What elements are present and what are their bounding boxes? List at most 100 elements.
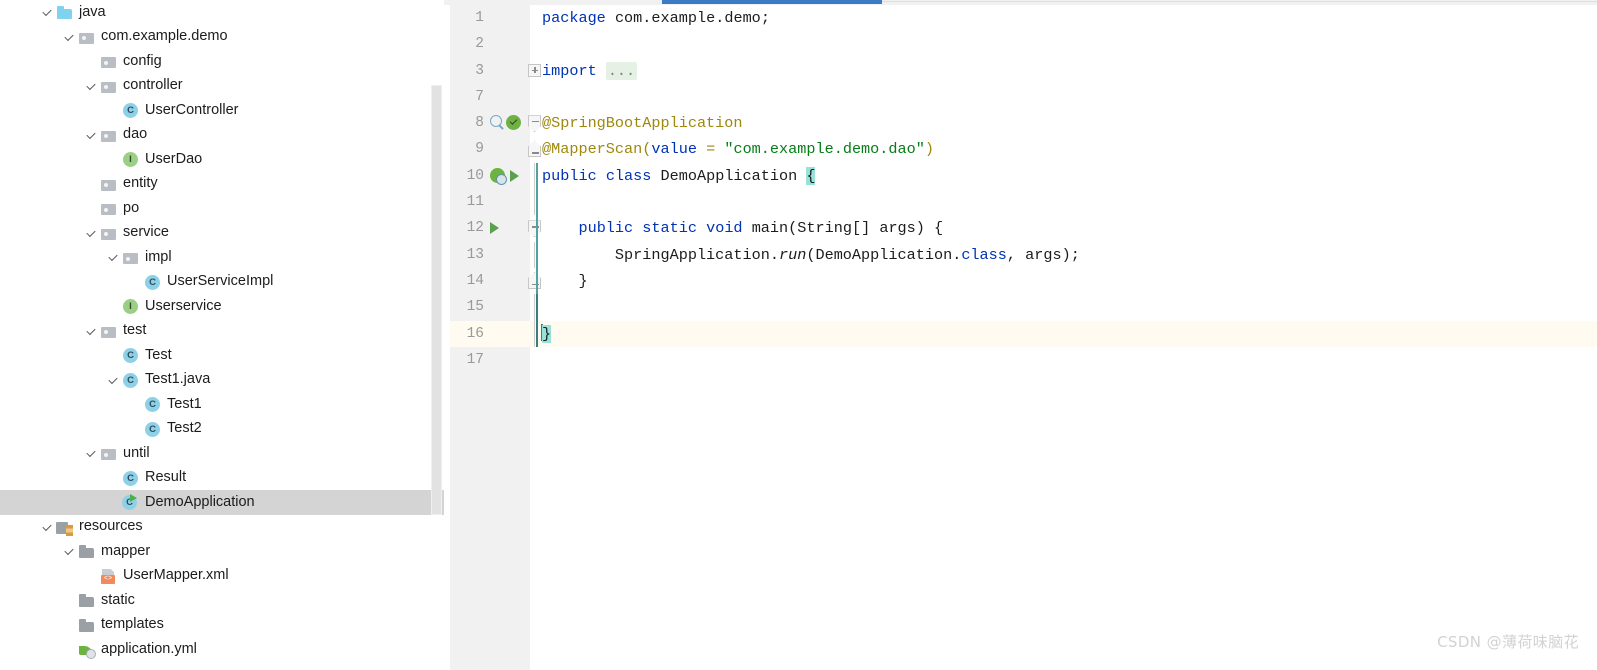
chevron-down-icon[interactable] [62, 539, 77, 563]
tree-item-until[interactable]: until [0, 441, 444, 466]
search-icon[interactable] [490, 115, 502, 128]
gutter-markers[interactable] [488, 5, 530, 31]
code-line-12[interactable]: 12 public static void main(String[] args… [450, 215, 1597, 242]
fold-region-control[interactable] [528, 136, 542, 162]
gutter-markers[interactable] [488, 294, 530, 320]
fold-region-control[interactable] [528, 320, 542, 347]
tree-item-controller[interactable]: controller [0, 74, 444, 99]
gutter-markers[interactable] [488, 163, 530, 189]
tree-item-userservice[interactable]: Userservice [0, 294, 444, 319]
tree-item-result[interactable]: Result [0, 466, 444, 491]
gutter-markers[interactable] [488, 242, 530, 268]
tree-item-com-example-demo[interactable]: com.example.demo [0, 25, 444, 50]
tree-item-dao[interactable]: dao [0, 123, 444, 148]
gutter-markers[interactable] [488, 84, 530, 110]
tree-item-test1-java[interactable]: Test1.java [0, 368, 444, 393]
code-text[interactable]: } [541, 321, 552, 347]
code-line-10[interactable]: 10 public class DemoApplication { [450, 162, 1597, 190]
code-line-14[interactable]: 14 } [450, 267, 1597, 295]
code-text[interactable]: public class DemoApplication { [542, 163, 816, 189]
tree-item-demoapplication[interactable]: DemoApplication [0, 490, 444, 515]
tree-item-service[interactable]: service [0, 221, 444, 246]
gutter-markers[interactable] [488, 347, 530, 373]
chevron-down-icon[interactable] [106, 245, 121, 269]
fold-region-control[interactable] [528, 110, 542, 136]
tree-item-po[interactable]: po [0, 196, 444, 221]
code-line-1[interactable]: 1 package com.example.demo; [450, 5, 1597, 31]
code-text[interactable]: package com.example.demo; [542, 5, 770, 31]
code-line-17[interactable]: 17 [450, 347, 1597, 373]
run-icon[interactable] [490, 222, 499, 235]
gutter-markers[interactable] [488, 321, 530, 347]
gutter-markers[interactable] [488, 215, 530, 241]
gutter-markers[interactable] [488, 31, 530, 57]
project-tree-panel[interactable]: java com.example.demo config controller User… [0, 0, 444, 670]
tree-item-usermapper-xml[interactable]: UserMapper.xml [0, 564, 444, 589]
tree-item-userserviceimpl[interactable]: UserServiceImpl [0, 270, 444, 295]
tree-item-usercontroller[interactable]: UserController [0, 98, 444, 123]
fold-collapse-end-icon[interactable] [528, 140, 541, 158]
fold-collapse-icon[interactable] [528, 220, 541, 238]
code-line-3[interactable]: 3 import ... [450, 58, 1597, 84]
fold-collapse-end-icon[interactable] [528, 271, 541, 289]
chevron-down-icon[interactable] [84, 74, 99, 98]
tree-item-resources[interactable]: resources [0, 515, 444, 540]
chevron-down-icon[interactable] [84, 319, 99, 343]
code-editor[interactable]: 1 package com.example.demo; 2 3 import ... 7 8… [444, 0, 1597, 670]
tree-item-application-yml[interactable]: application.yml [0, 637, 444, 662]
fold-collapse-icon[interactable] [528, 115, 541, 133]
code-line-13[interactable]: 13 SpringApplication.run(DemoApplication… [450, 241, 1597, 268]
code-text[interactable]: import ... [542, 58, 638, 84]
gutter-markers[interactable] [488, 58, 530, 84]
code-text[interactable]: @MapperScan(value = "com.example.demo.da… [542, 136, 934, 162]
tree-item-test[interactable]: Test [0, 343, 444, 368]
spring-bean-checked-icon[interactable] [506, 115, 521, 131]
code-text[interactable]: public static void main(String[] args) { [542, 215, 943, 241]
gutter-markers[interactable] [488, 189, 530, 215]
chevron-down-icon[interactable] [84, 123, 99, 147]
code-line-7[interactable]: 7 [450, 84, 1597, 110]
tree-item-java[interactable]: java [0, 0, 444, 25]
code-line-8[interactable]: 8 @SpringBootApplication [450, 110, 1597, 136]
chevron-down-icon[interactable] [84, 221, 99, 245]
tree-item-config[interactable]: config [0, 49, 444, 74]
run-icon[interactable] [510, 169, 519, 182]
chevron-down-icon[interactable] [40, 0, 55, 24]
fold-region-control[interactable] [528, 294, 542, 321]
tree-item-impl[interactable]: impl [0, 245, 444, 270]
fold-region-control[interactable] [528, 215, 542, 241]
code-text[interactable]: @SpringBootApplication [542, 110, 743, 136]
code-text[interactable]: } [542, 268, 587, 294]
fold-region-control[interactable] [528, 268, 542, 294]
tree-item-test1[interactable]: Test1 [0, 392, 444, 417]
chevron-down-icon[interactable] [84, 441, 99, 465]
spring-bean-icon[interactable] [490, 167, 507, 185]
chevron-down-icon[interactable] [40, 515, 55, 539]
code-line-9[interactable]: 9 @MapperScan(value = "com.example.demo.d… [450, 136, 1597, 162]
code-line-2[interactable]: 2 [450, 31, 1597, 57]
fold-region-control[interactable] [528, 162, 542, 190]
tree-item-static[interactable]: static [0, 588, 444, 613]
gutter-markers[interactable] [488, 268, 530, 294]
folded-imports-placeholder[interactable]: ... [605, 61, 638, 80]
tree-item-userdao[interactable]: UserDao [0, 147, 444, 172]
code-text[interactable]: SpringApplication.run(DemoApplication.cl… [542, 242, 1080, 268]
code-line-11[interactable]: 11 [450, 189, 1597, 216]
code-line-16[interactable]: 16} [450, 320, 1597, 347]
tree-item-templates[interactable]: templates [0, 613, 444, 638]
tree-item-test2[interactable]: Test2 [0, 417, 444, 442]
fold-region-control[interactable] [528, 58, 542, 84]
tree-item-test[interactable]: test [0, 319, 444, 344]
code-lines[interactable]: 1 package com.example.demo; 2 3 import ... 7 8… [450, 5, 1597, 670]
chevron-down-icon[interactable] [62, 25, 77, 49]
code-line-15[interactable]: 15 [450, 294, 1597, 321]
gutter-markers[interactable] [488, 110, 530, 136]
fold-expand-icon[interactable] [528, 63, 541, 77]
fold-region-control[interactable] [528, 241, 542, 268]
tree-item-entity[interactable]: entity [0, 172, 444, 197]
gutter-markers[interactable] [488, 136, 530, 162]
chevron-down-icon[interactable] [106, 368, 121, 392]
project-tree-scrollbar-thumb[interactable] [431, 85, 442, 515]
tree-item-mapper[interactable]: mapper [0, 539, 444, 564]
fold-region-control[interactable] [528, 189, 542, 216]
